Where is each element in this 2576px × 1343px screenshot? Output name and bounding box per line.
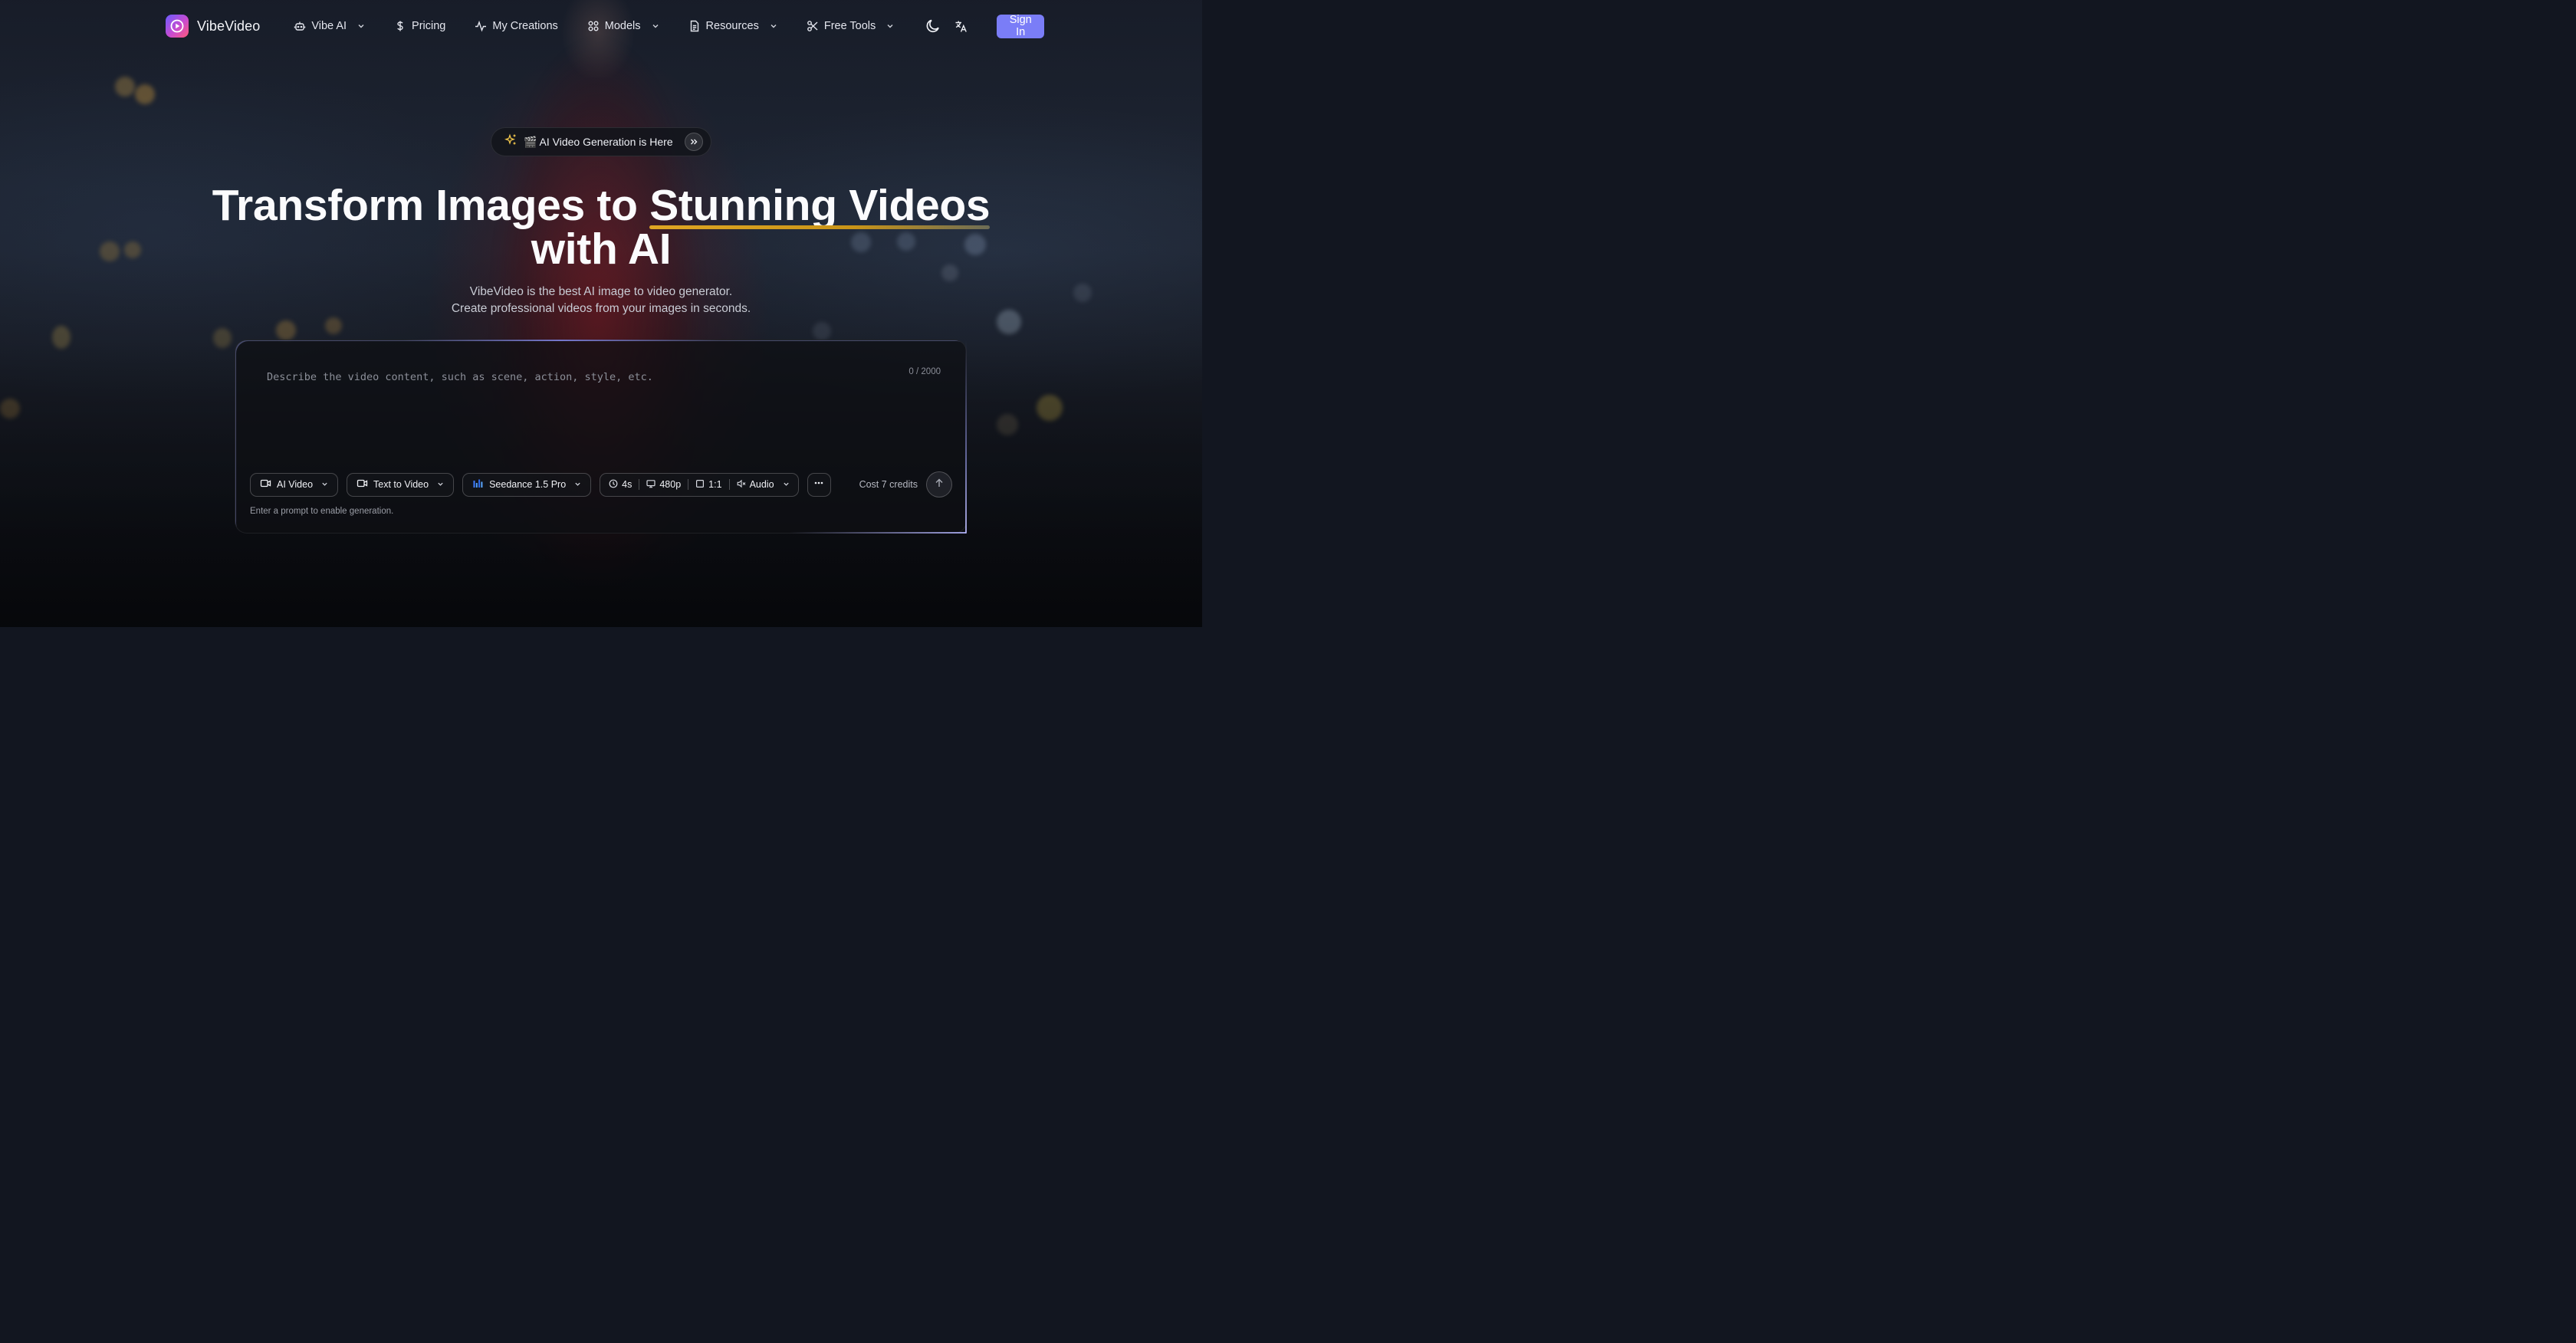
resolution-setting: 480p	[646, 479, 681, 491]
title-highlight: Stunning Videos	[649, 181, 991, 230]
duration-setting: 4s	[609, 479, 632, 491]
model-label: Seedance 1.5 Pro	[489, 479, 567, 490]
generation-hint: Enter a prompt to enable generation.	[250, 507, 394, 516]
resolution-value: 480p	[659, 479, 682, 490]
model-select[interactable]: Seedance 1.5 Pro	[462, 472, 592, 497]
announcement-badge[interactable]: 🎬 AI Video Generation is Here	[491, 127, 711, 156]
more-horizontal-icon	[813, 478, 824, 492]
moon-icon[interactable]	[923, 15, 942, 38]
nav-item-label: Vibe AI	[311, 20, 347, 32]
hero-subtitle: VibeVideo is the best AI image to video …	[0, 284, 1202, 317]
prompt-input[interactable]	[267, 369, 849, 461]
monitor-icon	[646, 479, 656, 491]
chevron-down-icon	[357, 22, 365, 30]
audio-setting: Audio	[737, 479, 774, 491]
duration-value: 4s	[622, 479, 632, 490]
brand[interactable]: VibeVideo	[166, 15, 260, 38]
generate-button[interactable]	[926, 471, 952, 497]
bot-icon	[294, 20, 306, 32]
video-settings-select[interactable]: 4s 480p 1:1 Audio	[600, 472, 799, 497]
cost-label: Cost 7 credits	[859, 479, 918, 490]
mode-select[interactable]: AI Video	[250, 472, 339, 497]
video-icon	[260, 478, 271, 491]
scissors-icon	[807, 20, 819, 32]
brand-name: VibeVideo	[197, 18, 261, 34]
nav-item-label: Models	[604, 20, 641, 32]
dollar-icon	[394, 20, 406, 32]
badge-text: 🎬 AI Video Generation is Here	[524, 135, 673, 148]
nav-actions: Sign In	[923, 14, 1045, 38]
generation-type-label: Text to Video	[373, 479, 429, 490]
nav-item-vibe-ai[interactable]: Vibe AI	[294, 20, 365, 32]
nav-item-label: Free Tools	[823, 20, 876, 32]
aspect-ratio-setting: 1:1	[695, 479, 722, 491]
nav-item-pricing[interactable]: Pricing	[394, 20, 445, 32]
subtitle-line-2: Create professional videos from your ima…	[451, 302, 751, 315]
chevron-down-icon	[321, 479, 328, 490]
sparkles-icon	[504, 133, 518, 150]
prompt-card: 0 / 2000 AI Video Text to Video	[235, 340, 967, 534]
generation-toolbar: AI Video Text to Video Seedance 1.5 Pro …	[250, 471, 952, 497]
aspect-ratio-value: 1:1	[708, 479, 722, 490]
clock-icon	[609, 479, 618, 491]
arrow-up-icon	[934, 478, 945, 492]
top-nav: VibeVideo Vibe AI Pricing My Creations M…	[166, 13, 1045, 39]
square-icon	[695, 479, 705, 491]
generation-type-select[interactable]: Text to Video	[347, 472, 455, 497]
play-circle-icon	[166, 15, 189, 38]
nav-item-models[interactable]: Models	[587, 20, 659, 32]
chevron-down-icon	[770, 22, 777, 30]
chevron-down-icon	[437, 479, 444, 490]
audio-label: Audio	[749, 479, 774, 490]
nav-item-label: My Creations	[492, 20, 558, 32]
video-icon	[356, 478, 368, 491]
subtitle-line-1: VibeVideo is the best AI image to video …	[469, 285, 733, 298]
document-icon	[688, 20, 701, 32]
nav-item-my-creations[interactable]: My Creations	[475, 20, 558, 32]
translate-icon[interactable]	[951, 15, 971, 38]
activity-icon	[475, 20, 487, 32]
title-part-1: Transform Images to	[212, 181, 650, 230]
chevron-down-icon	[783, 479, 790, 490]
nav-item-free-tools[interactable]: Free Tools	[807, 20, 894, 32]
character-counter: 0 / 2000	[909, 367, 941, 376]
chevron-down-icon	[886, 22, 894, 30]
nav-item-label: Resources	[705, 20, 759, 32]
grid-icon	[587, 20, 600, 32]
chevrons-right-icon	[685, 133, 703, 151]
sign-in-button[interactable]: Sign In	[997, 14, 1045, 38]
nav-item-label: Pricing	[412, 20, 446, 32]
nav-item-resources[interactable]: Resources	[688, 20, 777, 32]
mode-label: AI Video	[277, 479, 314, 490]
page-title: Transform Images to Stunning Videos with…	[0, 184, 1202, 271]
chevron-down-icon	[574, 479, 581, 490]
chevron-down-icon	[652, 22, 659, 30]
volume-mute-icon	[737, 479, 746, 491]
bar-chart-icon	[472, 478, 484, 491]
title-part-2: with AI	[531, 225, 672, 274]
more-options-button[interactable]	[807, 472, 831, 497]
